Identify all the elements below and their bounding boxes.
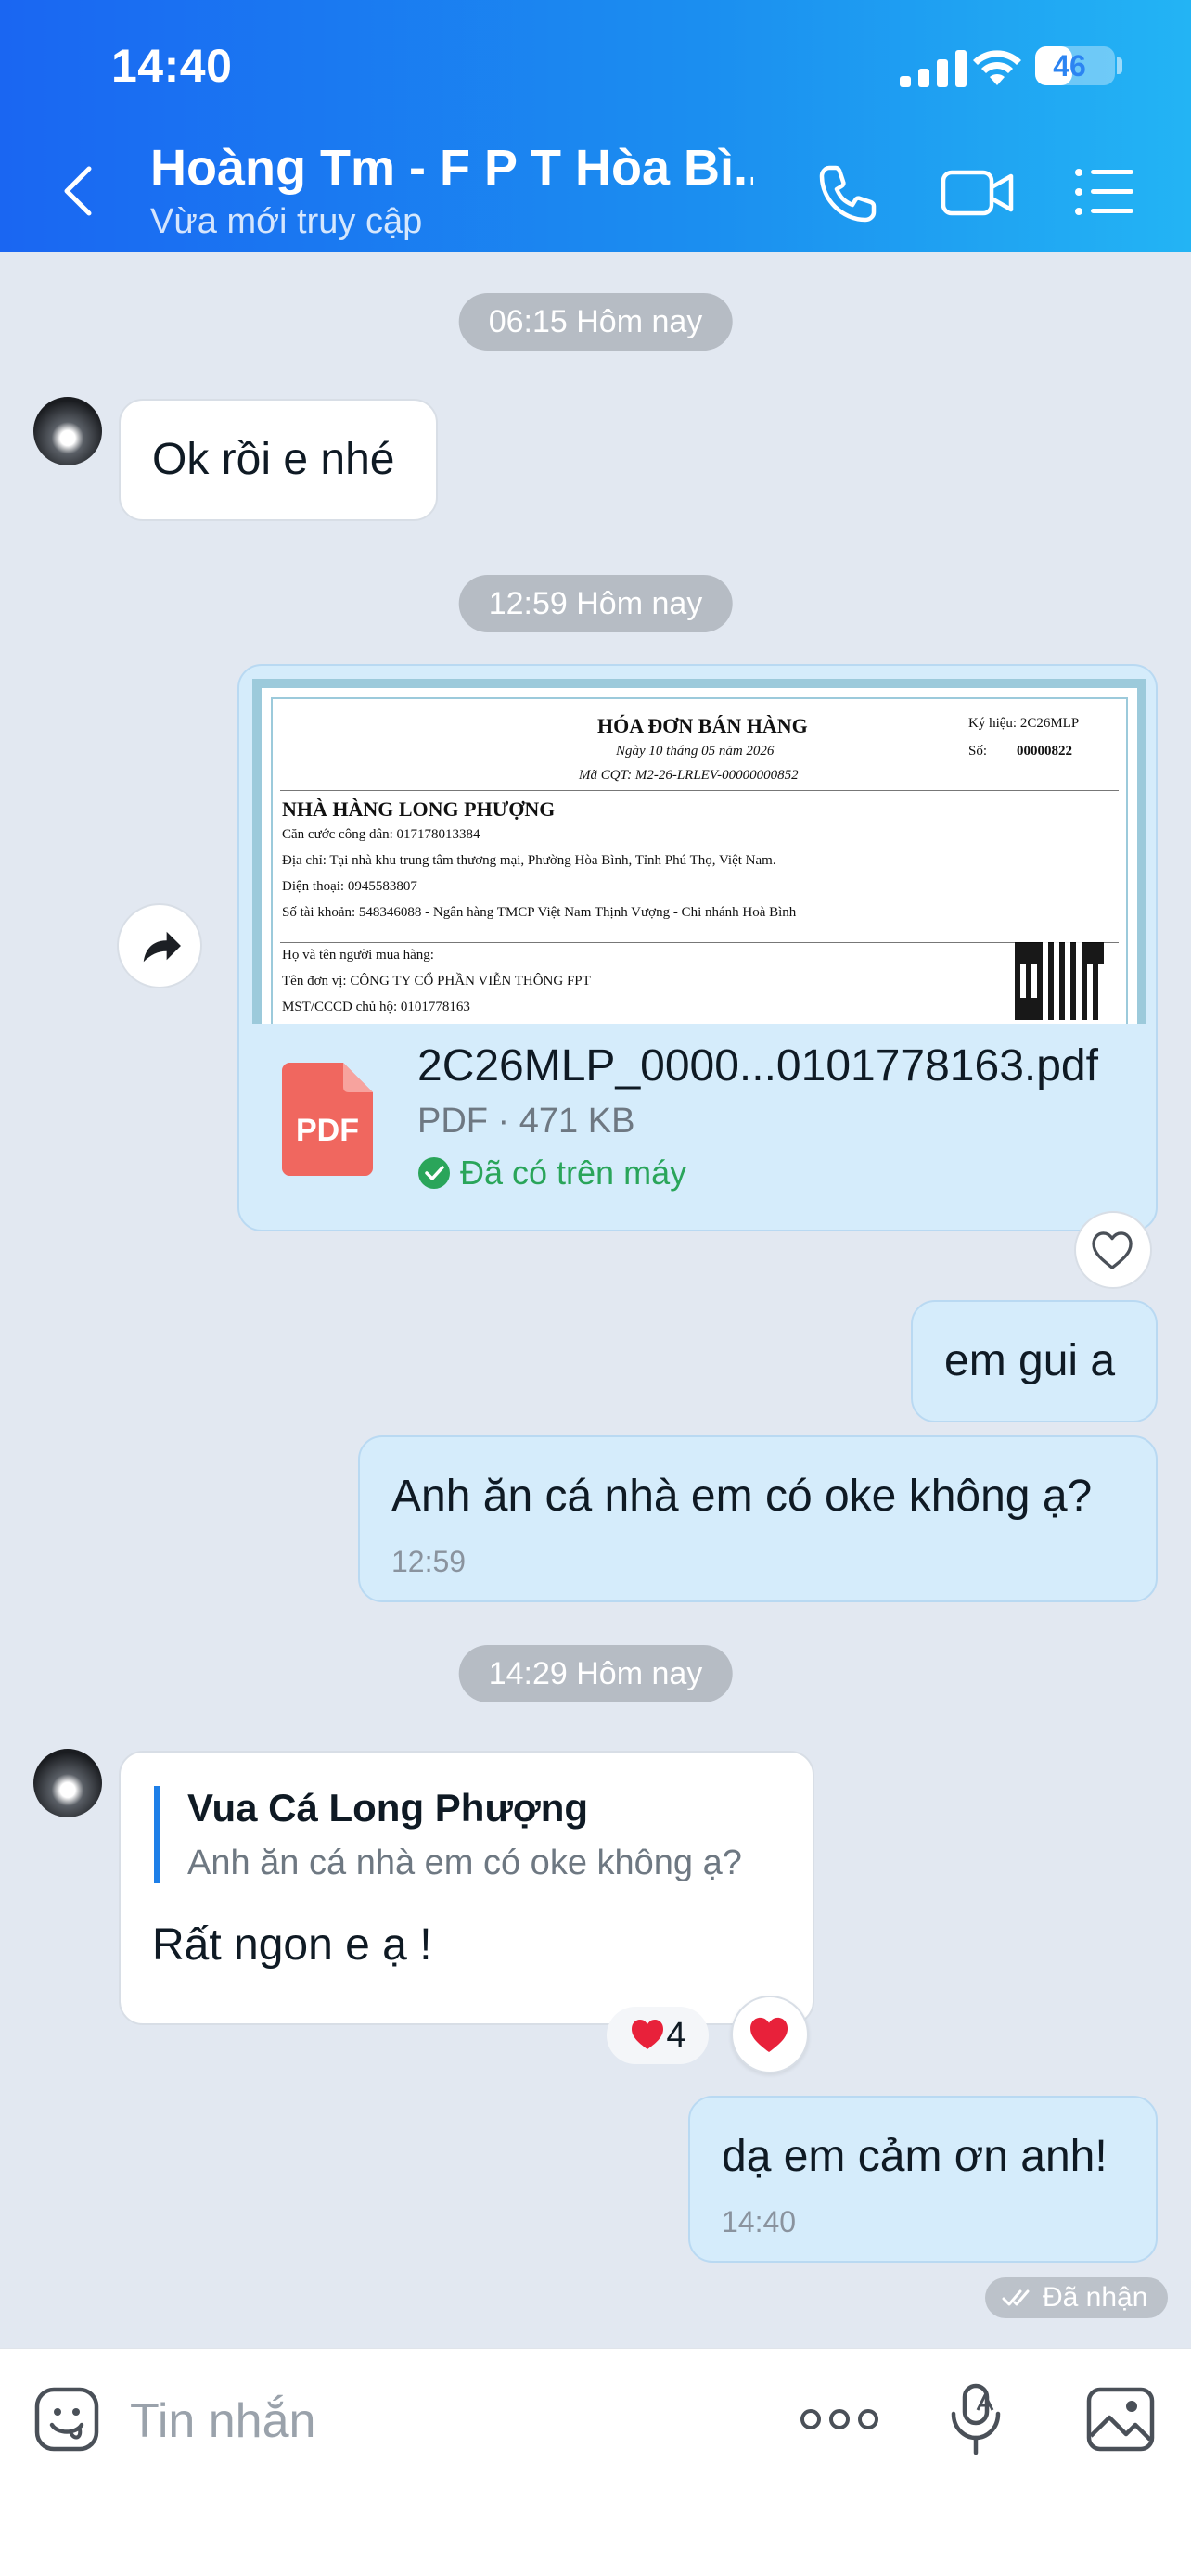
- seller-id: Căn cước công dân: 017178013384: [282, 827, 480, 842]
- reaction-count: 4: [666, 2016, 686, 2055]
- message-text: em gui a: [944, 1336, 1116, 1385]
- react-button[interactable]: [1074, 1211, 1152, 1289]
- more-icon[interactable]: [800, 2401, 879, 2438]
- share-button[interactable]: [117, 903, 202, 988]
- invoice-date: Ngày 10 tháng 05 năm 2026: [616, 744, 775, 759]
- back-icon[interactable]: [56, 163, 102, 219]
- file-name: 2C26MLP_0000...0101778163.pdf: [417, 1041, 1098, 1090]
- avatar[interactable]: [33, 397, 102, 465]
- share-icon: [143, 931, 181, 963]
- message-bubble-outgoing[interactable]: dạ em cảm ơn anh! 14:40: [688, 2096, 1158, 2263]
- buyer-tax: MST/CCCD chủ hộ: 0101778163: [282, 1000, 470, 1014]
- file-attachment[interactable]: HÓA ĐƠN BÁN HÀNG Ngày 10 tháng 05 năm 20…: [237, 664, 1158, 1231]
- divider: [280, 942, 1119, 943]
- file-status-text: Đã có trên máy: [460, 1154, 687, 1192]
- status-time: 14:40: [111, 40, 233, 92]
- pdf-preview[interactable]: HÓA ĐƠN BÁN HÀNG Ngày 10 tháng 05 năm 20…: [252, 679, 1146, 1024]
- battery-level: 46: [1053, 49, 1086, 83]
- signal-icon: [900, 50, 967, 87]
- quoted-message[interactable]: Vua Cá Long Phượng Anh ăn cá nhà em có o…: [154, 1786, 742, 1883]
- video-icon[interactable]: [941, 165, 1015, 221]
- image-icon[interactable]: [1085, 2386, 1156, 2453]
- message-composer: [0, 2348, 1191, 2576]
- heart-reaction-icon: [632, 2020, 664, 2049]
- wifi-icon: [973, 50, 1021, 85]
- message-input[interactable]: [130, 2386, 724, 2456]
- quoted-text: Anh ăn cá nhà em có oke không ạ?: [187, 1843, 742, 1882]
- pdf-icon-label: PDF: [296, 1113, 359, 1148]
- invoice-number-label: Số:: [968, 744, 988, 759]
- divider: [280, 790, 1119, 791]
- time-divider: 14:29 Hôm nay: [458, 1645, 733, 1702]
- check-circle-icon: [418, 1157, 450, 1189]
- message-text: Anh ăn cá nhà em có oke không ạ?: [391, 1472, 1093, 1521]
- invoice-document: HÓA ĐƠN BÁN HÀNG Ngày 10 tháng 05 năm 20…: [271, 697, 1128, 1024]
- invoice-sign: Ký hiệu: 2C26MLP: [968, 716, 1080, 731]
- heart-icon: [750, 2017, 788, 2053]
- mic-icon[interactable]: [946, 2382, 1007, 2458]
- delivery-status: Đã nhận: [985, 2277, 1169, 2318]
- message-time: 12:59: [391, 1545, 467, 1578]
- double-check-icon: [1002, 2289, 1030, 2306]
- invoice-title: HÓA ĐƠN BÁN HÀNG: [597, 714, 808, 737]
- chat-header: 14:40 46 Hoàng Tm - F P T Hòa Bì... Vừa …: [0, 0, 1191, 252]
- menu-icon[interactable]: [1074, 167, 1135, 217]
- buyer-unit: Tên đơn vị: CÔNG TY CỔ PHẦN VIỄN THÔNG F…: [282, 974, 591, 988]
- message-bubble-outgoing[interactable]: Anh ăn cá nhà em có oke không ạ? 12:59: [358, 1435, 1158, 1602]
- message-text: Rất ngon e ạ !: [152, 1920, 432, 1970]
- avatar[interactable]: [33, 1749, 102, 1817]
- time-divider: 12:59 Hôm nay: [458, 575, 733, 632]
- message-time: 14:40: [722, 2205, 797, 2238]
- seller-address: Địa chỉ: Tại nhà khu trung tâm thương mạ…: [282, 853, 776, 868]
- seller-account: Số tài khoản: 548346088 - Ngân hàng TMCP…: [282, 905, 797, 920]
- seller-phone: Điện thoại: 0945583807: [282, 879, 417, 894]
- invoice-code: Mã CQT: M2-26-LRLEV-00000000852: [579, 768, 799, 783]
- phone-icon[interactable]: [816, 162, 879, 225]
- message-bubble-reply[interactable]: Vua Cá Long Phượng Anh ăn cá nhà em có o…: [119, 1751, 814, 2025]
- reaction-summary[interactable]: 4: [607, 2007, 709, 2064]
- battery-cap: [1117, 57, 1122, 74]
- emoji-icon[interactable]: [33, 2386, 100, 2453]
- file-meta: PDF · 471 KB: [417, 1102, 635, 1141]
- contact-status: Vừa mới truy cập: [150, 202, 423, 241]
- file-status: Đã có trên máy: [417, 1154, 686, 1192]
- message-text: dạ em cảm ơn anh!: [722, 2132, 1108, 2181]
- battery-icon: 46: [1035, 46, 1115, 85]
- delivery-status-text: Đã nhận: [1043, 2282, 1148, 2313]
- contact-name[interactable]: Hoàng Tm - F P T Hòa Bì...: [150, 139, 753, 197]
- react-button[interactable]: [731, 1996, 809, 2073]
- message-bubble-outgoing[interactable]: em gui a: [911, 1300, 1158, 1422]
- qr-code: [1015, 942, 1104, 1020]
- buyer-label: Họ và tên người mua hàng:: [282, 948, 434, 963]
- message-text: Ok rồi e nhé: [152, 435, 395, 484]
- invoice-number: 00000822: [1017, 744, 1072, 759]
- heart-icon: [1092, 1231, 1133, 1269]
- message-bubble-incoming[interactable]: Ok rồi e nhé: [119, 399, 438, 521]
- quoted-author: Vua Cá Long Phượng: [187, 1786, 589, 1830]
- seller-name: NHÀ HÀNG LONG PHƯỢNG: [282, 797, 556, 821]
- pdf-file-icon: PDF: [282, 1063, 373, 1176]
- time-divider: 06:15 Hôm nay: [458, 293, 733, 351]
